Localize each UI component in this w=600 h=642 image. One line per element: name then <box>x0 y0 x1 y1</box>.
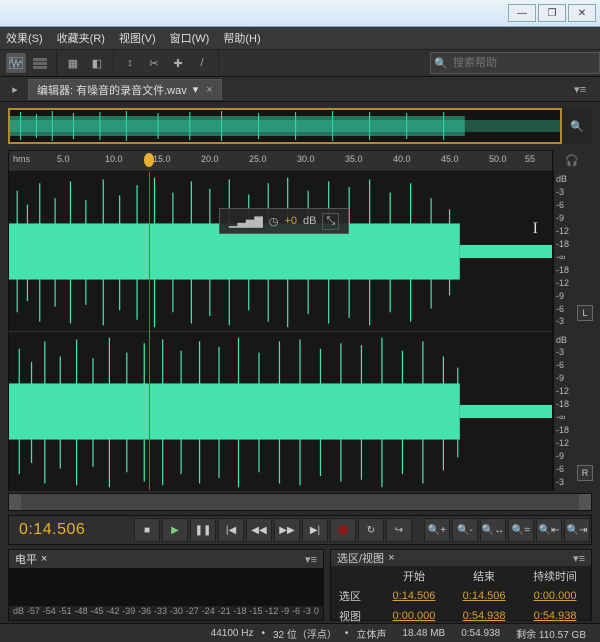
menu-bar: 效果(S) 收藏夹(R) 视图(V) 窗口(W) 帮助(H) <box>0 27 600 50</box>
window-titlebar: — ❐ ✕ <box>0 0 600 27</box>
status-chan: 立体声 <box>356 626 386 641</box>
table-row: 选区 0:14.506 0:14.506 0:00.000 <box>331 586 591 606</box>
menu-help[interactable]: 帮助(H) <box>223 30 260 46</box>
zoom-full-button[interactable]: 🔍↔ <box>480 518 506 542</box>
skip-button[interactable]: ↪ <box>386 518 412 542</box>
to-end-button[interactable]: ▶| <box>302 518 328 542</box>
ruler-unit: hms <box>13 154 30 164</box>
timecode-display[interactable]: 0:14.506 <box>9 521 95 539</box>
hud-pin-icon[interactable]: ⤡ <box>322 213 339 230</box>
hud-clock-icon: ◷ <box>269 215 279 228</box>
time-ruler[interactable]: hms 5.0 10.0 15.0 20.0 25.0 30.0 35.0 40… <box>9 151 552 172</box>
file-tab[interactable]: 编辑器: 有噪音的录音文件.wav ▾ × <box>28 79 222 100</box>
levels-menu-icon[interactable]: ▾≡ <box>305 553 317 566</box>
tab-dropdown-icon[interactable]: ▾ <box>193 83 199 96</box>
status-bits: 32 位（浮点） <box>273 626 337 641</box>
sel-start[interactable]: 0:14.506 <box>379 586 449 606</box>
zoom-in-left-button[interactable]: 🔍⇤ <box>536 518 562 542</box>
preview-toggle-icon[interactable]: ◧ <box>87 53 107 73</box>
rewind-button[interactable]: ◀◀ <box>246 518 272 542</box>
zoom-in-right-button[interactable]: 🔍⇥ <box>564 518 590 542</box>
play-button[interactable]: ▶ <box>162 518 188 542</box>
headphones-icon[interactable]: 🎧 <box>553 150 591 170</box>
hud-box[interactable]: ▁▃▅▇ ◷ +0 dB ⤡ <box>219 208 349 234</box>
selection-menu-icon[interactable]: ▾≡ <box>573 552 585 565</box>
left-channel-badge[interactable]: L <box>577 305 593 321</box>
overview-waveform[interactable] <box>8 108 562 144</box>
status-size: 18.48 MB <box>402 628 445 639</box>
zoom-in-button[interactable]: 🔍+ <box>424 518 450 542</box>
right-channel-badge[interactable]: R <box>577 465 593 481</box>
search-help[interactable]: 🔍 <box>430 52 600 74</box>
panel-menu-icon[interactable]: ▸ <box>8 82 22 96</box>
sel-dur[interactable]: 0:00.000 <box>519 586 591 606</box>
waveform-view-icon[interactable] <box>6 53 26 73</box>
record-button[interactable] <box>330 518 356 542</box>
heal-tool-icon[interactable]: ✚ <box>168 53 188 73</box>
menu-view[interactable]: 视图(V) <box>119 30 156 46</box>
to-start-button[interactable]: |◀ <box>218 518 244 542</box>
playhead-marker[interactable] <box>144 153 154 167</box>
menu-effects[interactable]: 效果(S) <box>6 30 43 46</box>
playhead-line <box>149 172 150 490</box>
multitrack-view-icon[interactable] <box>30 53 50 73</box>
forward-button[interactable]: ▶▶ <box>274 518 300 542</box>
zoom-sel-button[interactable]: 🔍= <box>508 518 534 542</box>
selection-title: 选区/视图 <box>337 550 384 566</box>
waveform-right <box>9 332 552 491</box>
hud-db-unit: dB <box>303 215 316 227</box>
levels-meter[interactable] <box>9 568 323 606</box>
status-dur: 0:54.938 <box>461 628 500 639</box>
overview-zoom-icon[interactable]: 🔍 <box>562 108 592 144</box>
overview-strip: 🔍 <box>8 108 592 144</box>
maximize-button[interactable]: ❐ <box>538 4 566 22</box>
levels-panel: 电平 × ▾≡ dB-57-54-51-48-45-42-39-36-33-30… <box>8 549 324 621</box>
minimize-button[interactable]: — <box>508 4 536 22</box>
toolbar: ▦ ◧ ↕ ✂ ✚ / 🔍 <box>0 50 600 77</box>
spectral-toggle-icon[interactable]: ▦ <box>63 53 83 73</box>
cut-tool-icon[interactable]: ✂ <box>144 53 164 73</box>
move-tool-icon[interactable]: ↕ <box>120 53 140 73</box>
waveform-channels[interactable]: ◩ ◪ ▁▃▅▇ ◷ +0 dB ⤡ I <box>9 172 552 490</box>
zoom-out-button[interactable]: 🔍- <box>452 518 478 542</box>
selection-close-icon[interactable]: × <box>388 552 394 564</box>
brush-tool-icon[interactable]: / <box>192 53 212 73</box>
status-bar: 44100 Hz• 32 位（浮点）• 立体声 18.48 MB 0:54.93… <box>0 623 600 642</box>
hud-bars-icon: ▁▃▅▇ <box>229 215 263 228</box>
text-cursor-icon: I <box>533 220 538 238</box>
status-disk: 剩余 110.57 GB <box>516 626 586 641</box>
tab-prefix: 编辑器: <box>37 82 73 98</box>
tab-close-icon[interactable]: × <box>206 84 212 96</box>
levels-scale: dB-57-54-51-48-45-42-39-36-33-30-27-24-2… <box>9 606 323 620</box>
db-scale: dB-3-6-9-12-18-∞-18-12-9-6-3 L dB-3-6-9-… <box>553 170 592 491</box>
menu-favorites[interactable]: 收藏夹(R) <box>57 30 105 46</box>
levels-close-icon[interactable]: × <box>41 553 47 565</box>
waveform-editor[interactable]: hms 5.0 10.0 15.0 20.0 25.0 30.0 35.0 40… <box>8 150 553 491</box>
pause-button[interactable]: ❚❚ <box>190 518 216 542</box>
editor-tabbar: ▸ 编辑器: 有噪音的录音文件.wav ▾ × ▾≡ <box>0 77 600 102</box>
transport-bar: 0:14.506 ■ ▶ ❚❚ |◀ ◀◀ ▶▶ ▶| ↻ ↪ 🔍+ 🔍- 🔍↔… <box>8 515 592 545</box>
levels-title: 电平 <box>15 551 37 567</box>
close-button[interactable]: ✕ <box>568 4 596 22</box>
loop-button[interactable]: ↻ <box>358 518 384 542</box>
search-icon: 🔍 <box>431 57 451 70</box>
tab-overflow-icon[interactable]: ▾≡ <box>568 83 592 96</box>
horizontal-scrollbar[interactable] <box>8 493 592 511</box>
hud-db-value: +0 <box>284 215 297 227</box>
status-sample: 44100 Hz <box>211 628 254 639</box>
selection-table: 开始 结束 持续时间 选区 0:14.506 0:14.506 0:00.000… <box>331 566 591 626</box>
selection-panel: 选区/视图 × ▾≡ 开始 结束 持续时间 选区 0:14.506 0:14.5… <box>330 549 592 621</box>
menu-window[interactable]: 窗口(W) <box>170 30 210 46</box>
search-input[interactable] <box>451 56 595 70</box>
waveform-left <box>9 172 552 331</box>
sel-end[interactable]: 0:14.506 <box>449 586 519 606</box>
tab-filename: 有噪音的录音文件.wav <box>76 82 187 98</box>
stop-button[interactable]: ■ <box>134 518 160 542</box>
